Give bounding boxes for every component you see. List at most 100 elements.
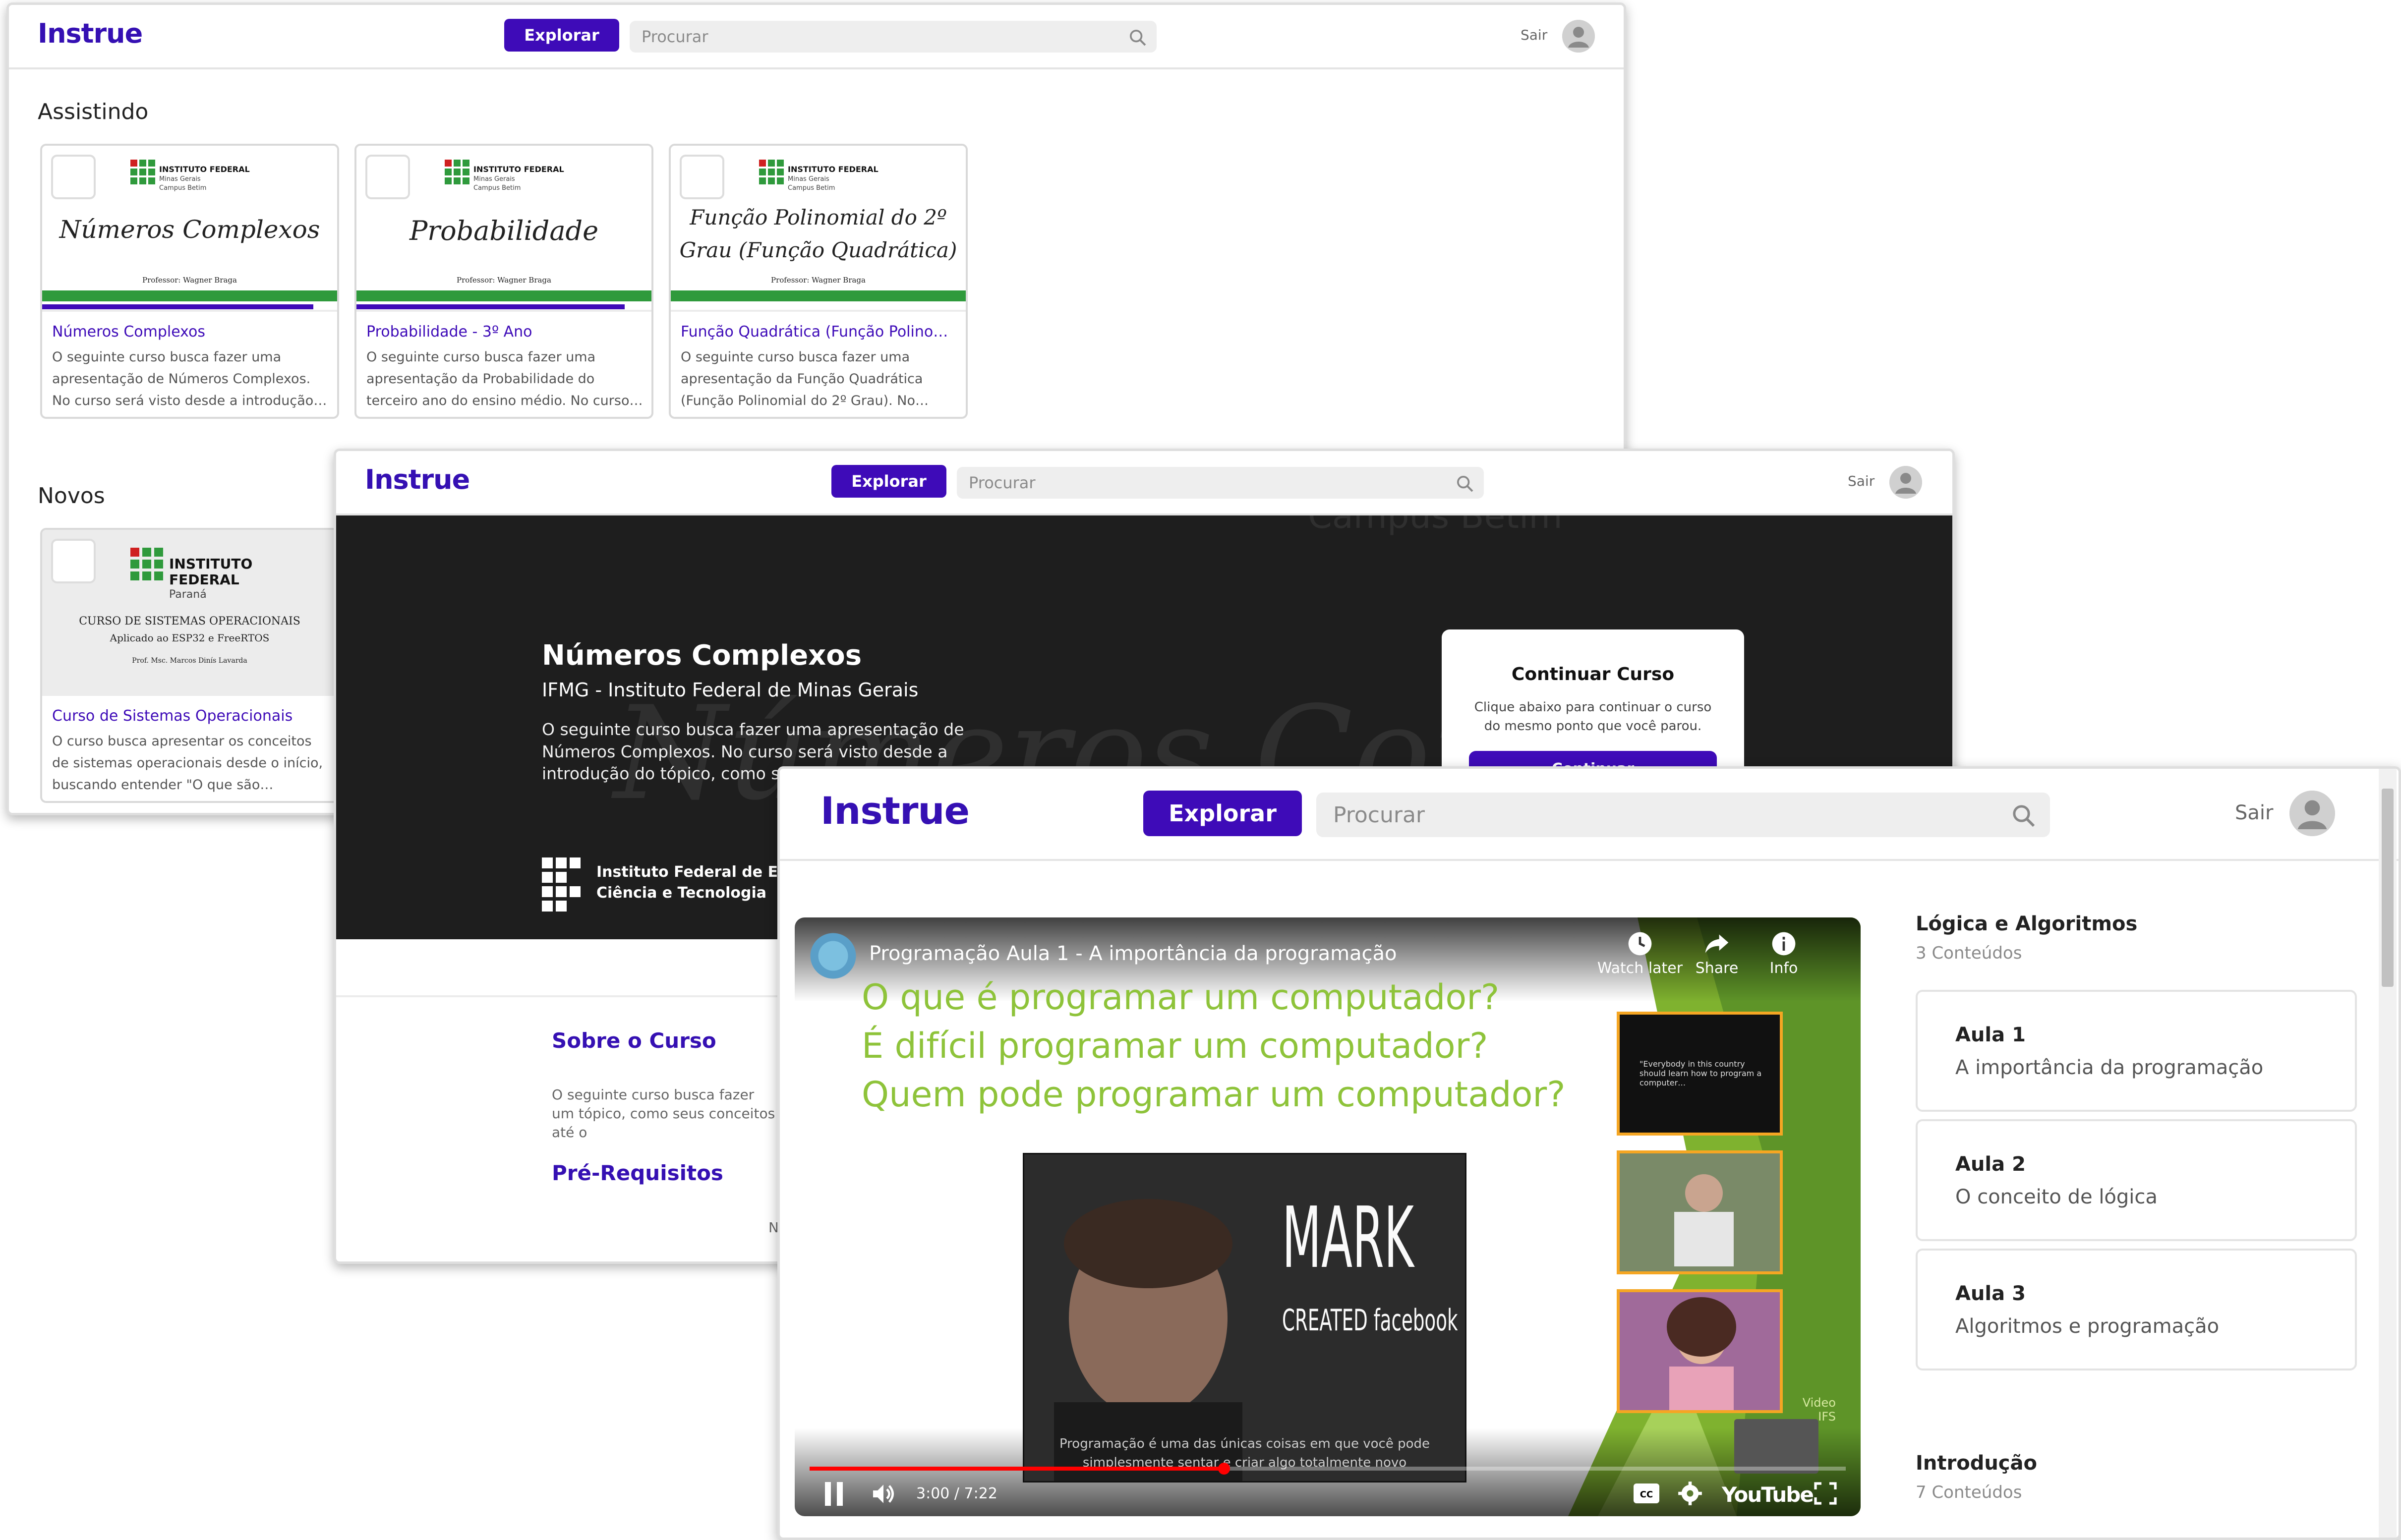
thumb-title: CURSO DE SISTEMAS OPERACIONAIS bbox=[79, 615, 300, 627]
thumb-state: Minas Gerais bbox=[473, 175, 515, 183]
search-bar[interactable] bbox=[630, 21, 1157, 53]
thumb-subtitle: Aplicado ao ESP32 e FreeRTOS bbox=[110, 632, 270, 644]
if-logo bbox=[445, 160, 469, 184]
course-card[interactable]: INSTITUTO FEDERAL Minas Gerais Campus Be… bbox=[40, 144, 339, 419]
user-avatar[interactable] bbox=[1889, 466, 1922, 499]
search-bar[interactable] bbox=[1316, 793, 2050, 837]
share-label: Share bbox=[1695, 960, 1739, 977]
logout-link[interactable]: Sair bbox=[1848, 473, 1874, 489]
module-count: 3 Conteúdos bbox=[1916, 943, 2022, 963]
video-title[interactable]: Programação Aula 1 - A importância da pr… bbox=[869, 942, 1397, 965]
module-title[interactable]: Lógica e Algoritmos bbox=[1916, 913, 2137, 935]
thumb-title: Números Complexos bbox=[59, 215, 320, 244]
next-module-title[interactable]: Introdução bbox=[1916, 1452, 2037, 1475]
search-input[interactable] bbox=[969, 473, 1484, 492]
thumb-professor: Prof. Msc. Marcos Dinís Lavarda bbox=[132, 657, 247, 665]
scrollbar-thumb[interactable] bbox=[2382, 789, 2394, 987]
settings-gear-icon[interactable] bbox=[1677, 1481, 1703, 1506]
brand-logo[interactable]: Instrue bbox=[38, 18, 143, 49]
user-avatar[interactable] bbox=[2289, 791, 2335, 836]
course-card[interactable]: INSTITUTO FEDERAL Paraná CURSO DE SISTEM… bbox=[40, 528, 339, 803]
thumb-institution: INSTITUTO FEDERAL bbox=[473, 165, 564, 174]
channel-avatar-icon[interactable] bbox=[810, 932, 857, 979]
thumb-institution: INSTITUTO bbox=[169, 556, 253, 572]
top-navbar: Instrue Explorar Sair bbox=[9, 5, 1624, 69]
card-title[interactable]: Função Quadrática (Função Polinomial do … bbox=[681, 323, 958, 341]
search-icon[interactable] bbox=[2010, 802, 2037, 829]
explore-button[interactable]: Explorar bbox=[831, 465, 946, 498]
thumb-institution: INSTITUTO FEDERAL bbox=[159, 165, 250, 174]
volume-icon[interactable] bbox=[869, 1480, 898, 1508]
thumb-state: Minas Gerais bbox=[788, 175, 829, 183]
related-thumb-text: "Everybody in this country should learn … bbox=[1640, 1059, 1762, 1087]
search-icon[interactable] bbox=[1128, 28, 1148, 48]
thumb-institution: INSTITUTO FEDERAL bbox=[788, 165, 878, 174]
logout-link[interactable]: Sair bbox=[1521, 27, 1547, 43]
if-logo bbox=[759, 160, 784, 184]
course-institution: IFMG - Instituto Federal de Minas Gerais bbox=[542, 679, 919, 701]
pause-icon[interactable] bbox=[822, 1480, 846, 1508]
thumb-title: Probabilidade bbox=[409, 215, 599, 246]
search-bar[interactable] bbox=[957, 467, 1484, 499]
card-title[interactable]: Probabilidade - 3º Ano bbox=[366, 323, 644, 341]
related-thumb-image bbox=[1620, 1153, 1780, 1271]
video-scrubber[interactable] bbox=[1218, 1463, 1230, 1475]
video-time: 3:00 / 7:22 bbox=[916, 1485, 997, 1502]
watching-section-title: Assistindo bbox=[38, 99, 149, 124]
watch-later-action[interactable]: Watch later bbox=[1595, 930, 1685, 977]
share-action[interactable]: Share bbox=[1687, 930, 1747, 977]
search-input[interactable] bbox=[642, 27, 1157, 46]
thumb-professor: Professor: Wagner Braga bbox=[457, 276, 551, 285]
explore-button[interactable]: Explorar bbox=[1143, 791, 1302, 836]
related-thumb-image bbox=[1620, 1292, 1780, 1411]
course-card[interactable]: INSTITUTO FEDERAL Minas Gerais Campus Be… bbox=[669, 144, 968, 419]
card-description: O seguinte curso busca fazer uma apresen… bbox=[52, 349, 327, 408]
lesson-window: Instrue Explorar Sair O que é programar … bbox=[777, 766, 2401, 1540]
video-progress-fill bbox=[810, 1467, 1224, 1471]
top-navbar: Instrue Explorar Sair bbox=[780, 769, 2399, 861]
brand-logo[interactable]: Instrue bbox=[365, 464, 470, 495]
explore-button[interactable]: Explorar bbox=[504, 19, 619, 52]
if-logo-badge bbox=[365, 155, 410, 199]
svg-text:CC: CC bbox=[1640, 1489, 1653, 1500]
fullscreen-icon[interactable] bbox=[1814, 1482, 1837, 1505]
youtube-logo[interactable]: YouTube bbox=[1722, 1483, 1814, 1507]
next-module-count: 7 Conteúdos bbox=[1916, 1483, 2022, 1502]
user-avatar[interactable] bbox=[1562, 20, 1595, 53]
lesson-subtitle: A importância da programação bbox=[1955, 1056, 2264, 1079]
lesson-title: Aula 3 bbox=[1955, 1282, 2026, 1305]
video-player[interactable]: O que é programar um computador? É difíc… bbox=[795, 917, 1861, 1516]
scrollbar-track[interactable] bbox=[2379, 769, 2397, 1538]
video-progress-track[interactable] bbox=[810, 1463, 1846, 1475]
thumb-campus: Campus Betim bbox=[159, 184, 207, 192]
thumb-state: Minas Gerais bbox=[159, 175, 201, 183]
card-title[interactable]: Números Complexos bbox=[52, 323, 330, 341]
logout-link[interactable]: Sair bbox=[2235, 801, 2273, 824]
search-icon[interactable] bbox=[1455, 474, 1475, 494]
lesson-item[interactable]: Aula 3 Algoritmos e programação bbox=[1916, 1249, 2357, 1370]
course-card[interactable]: INSTITUTO FEDERAL Minas Gerais Campus Be… bbox=[354, 144, 653, 419]
video-question-3: Quem pode programar um computador? bbox=[862, 1074, 1566, 1115]
thumb-campus: Campus Betim bbox=[788, 184, 835, 192]
thumb-campus: Campus Betim bbox=[473, 184, 521, 192]
clock-icon bbox=[1628, 932, 1652, 956]
card-description: O curso busca apresentar os conceitos de… bbox=[52, 734, 323, 793]
card-title[interactable]: Curso de Sistemas Operacionais bbox=[52, 707, 330, 725]
info-icon bbox=[1772, 932, 1796, 956]
prerequisites-title: Pré-Requisitos bbox=[552, 1161, 723, 1185]
course-thumbnail: INSTITUTO FEDERAL Paraná CURSO DE SISTEM… bbox=[42, 530, 337, 696]
lesson-item[interactable]: Aula 2 O conceito de lógica bbox=[1916, 1119, 2357, 1241]
lesson-subtitle: O conceito de lógica bbox=[1955, 1186, 2158, 1208]
thumb-state: Paraná bbox=[169, 588, 207, 601]
course-thumbnail: INSTITUTO FEDERAL Minas Gerais Campus Be… bbox=[671, 146, 966, 312]
institution-name-line1: Instituto Federal de Educ bbox=[596, 863, 808, 881]
thumb-institution-line2: FEDERAL bbox=[169, 571, 239, 588]
info-action[interactable]: Info bbox=[1759, 930, 1809, 977]
thumb-footer-bar bbox=[671, 290, 966, 301]
captions-icon[interactable]: CC bbox=[1633, 1483, 1660, 1504]
lesson-item[interactable]: Aula 1 A importância da programação bbox=[1916, 990, 2357, 1112]
if-institution-logo bbox=[542, 857, 581, 912]
continue-card-title: Continuar Curso bbox=[1511, 664, 1675, 684]
search-input[interactable] bbox=[1333, 802, 2050, 828]
brand-logo[interactable]: Instrue bbox=[820, 789, 970, 833]
